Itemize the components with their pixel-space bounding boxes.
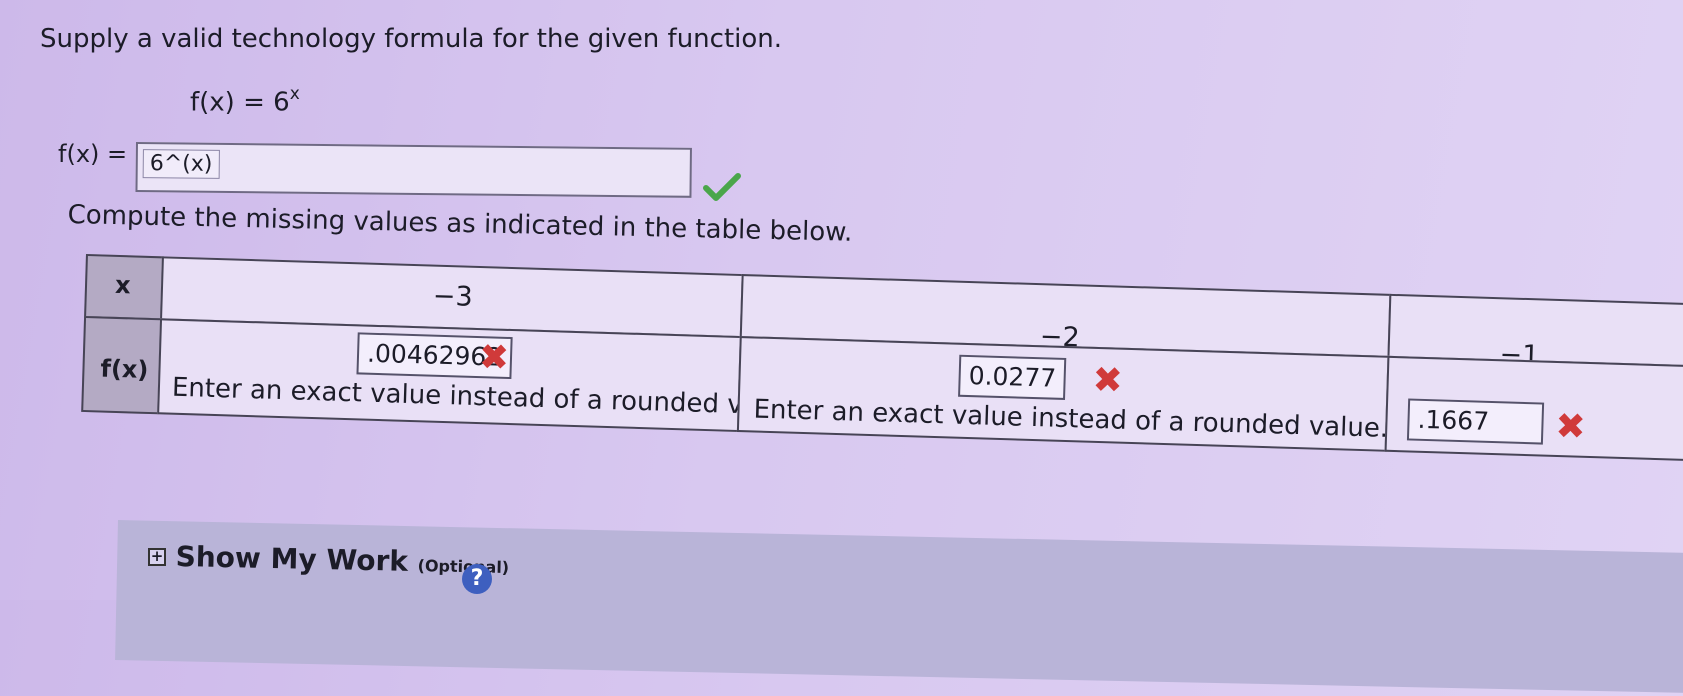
given-function: f(x) = 6x — [190, 84, 300, 118]
given-function-base: f(x) = 6 — [190, 87, 290, 118]
x-icon: ✖ — [1091, 359, 1124, 402]
formula-label: f(x) = — [58, 140, 128, 168]
formula-input[interactable]: 6^(x) — [135, 142, 692, 198]
x-row-header: x — [84, 254, 164, 321]
show-work-label: Show My Work — [175, 540, 409, 578]
plus-icon[interactable]: + — [148, 548, 166, 566]
x-row-label: x — [114, 270, 131, 300]
fx-cell-3: .1667 ✖ — [1384, 355, 1683, 464]
x-value-1: −3 — [432, 280, 474, 313]
f-row-header: f(x) — [81, 315, 163, 415]
question-instruction: Supply a valid technology formula for th… — [40, 24, 783, 54]
fx-cell-1: .00462962 ✖ Enter an exact value instead… — [157, 318, 807, 433]
show-work-toggle[interactable]: Show My Work (Optional) — [175, 540, 509, 580]
check-icon — [703, 173, 741, 201]
feedback-1: Enter an exact value instead of a rounde… — [171, 372, 807, 423]
formula-input-value: 6^(x) — [142, 149, 220, 179]
given-function-exponent: x — [289, 84, 300, 104]
answer-input-3[interactable]: .1667 — [1406, 398, 1545, 445]
x-icon: ✖ — [1554, 405, 1587, 448]
x-icon: ✖ — [478, 337, 510, 379]
f-row-label: f(x) — [100, 354, 149, 384]
answer-input-2[interactable]: 0.0277 — [958, 354, 1067, 400]
feedback-2: Enter an exact value instead of a rounde… — [753, 394, 1389, 444]
fx-cell-2: 0.0277 ✖ Enter an exact value instead of… — [736, 336, 1390, 452]
help-icon[interactable]: ? — [462, 564, 492, 594]
values-table: x f(x) −3 −2 −1 .00462962 ✖ Enter an exa… — [79, 254, 1683, 526]
table-instruction: Compute the missing values as indicated … — [67, 200, 853, 248]
